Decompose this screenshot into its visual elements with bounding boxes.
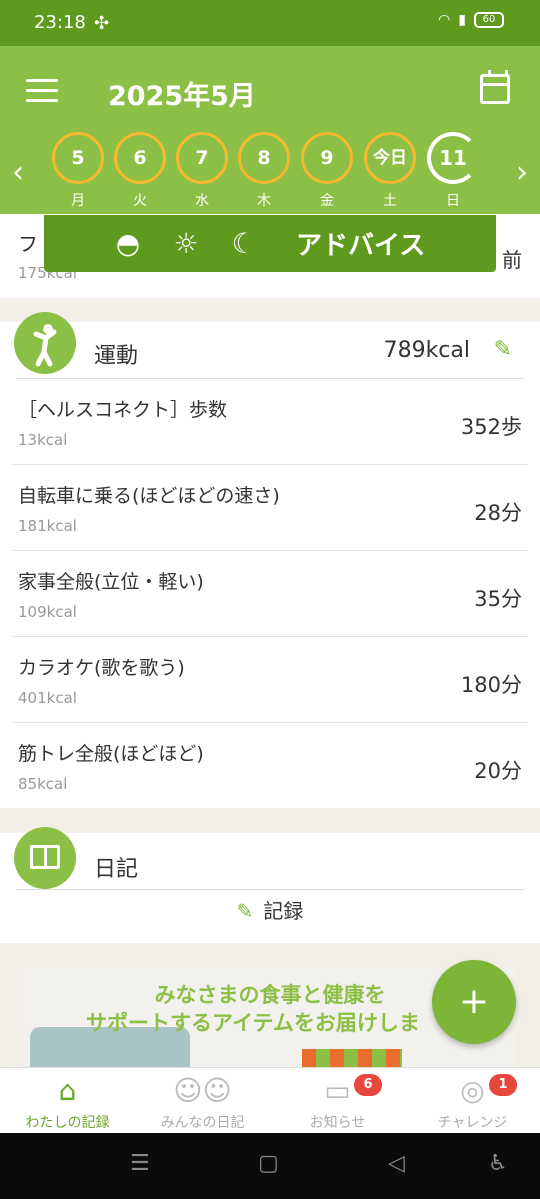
day-number: 7 [176, 132, 228, 184]
record-label: 記録 [263, 899, 304, 923]
app-header: 2025年5月 ‹ › 5 月 6 火 7 水 8 木 9 金 今日 土 11 … [0, 46, 540, 218]
calendar-icon[interactable] [480, 70, 510, 104]
exercise-name: 自転車に乗る(ほどほどの速さ) [18, 485, 280, 507]
day-11[interactable]: 11 日 [426, 132, 480, 210]
book-icon [14, 827, 76, 889]
day-number: 5 [52, 132, 104, 184]
day-weekday: 水 [195, 193, 209, 209]
status-icons: ◠ ▮ 60 [438, 12, 504, 28]
sunrise-icon[interactable]: ◓ [110, 227, 146, 260]
exercise-kcal: 181kcal [18, 517, 77, 535]
add-fab-button[interactable]: + [432, 960, 516, 1044]
day-number: 今日 [364, 132, 416, 184]
day-6[interactable]: 6 火 [113, 132, 167, 210]
exercise-row[interactable]: 家事全般(立位・軽い) 109kcal 35分 [12, 551, 528, 637]
section-title: 運動 [94, 344, 139, 369]
tab-label: わたしの記録 [25, 1115, 110, 1131]
exercise-name: 筋トレ全般(ほどほど) [18, 743, 204, 765]
accessibility-icon[interactable]: ♿ [488, 1151, 508, 1176]
day-number: 8 [238, 132, 290, 184]
exercise-kcal: 401kcal [18, 689, 77, 707]
diary-section: 日記 ✎ 記録 [0, 827, 540, 943]
wifi-icon: ◠ [438, 12, 451, 28]
medal-icon: ◎ [460, 1074, 485, 1107]
system-nav-bar: ☰ ▢ ◁ ♿ [0, 1133, 540, 1199]
exercise-icon [14, 312, 76, 374]
exercise-section: 運動 789kcal ✎ ［ヘルスコネクト］歩数 13kcal 352歩 自転車… [0, 312, 540, 809]
home-icon: ⌂ [58, 1074, 77, 1107]
day-weekday: 木 [257, 193, 271, 209]
chat-icon: ▭ [324, 1074, 351, 1107]
status-bar: 23:18 ✣ ◠ ▮ 60 [0, 0, 540, 46]
recents-icon[interactable]: ☰ [130, 1151, 150, 1176]
exercise-value: 180分 [460, 673, 522, 697]
advice-label[interactable]: アドバイス [296, 225, 425, 262]
banner-line-2: サポートするアイテムをお届けしま [86, 1011, 420, 1035]
exercise-total-kcal: 789kcal [383, 338, 470, 363]
day-weekday: 月 [71, 193, 85, 209]
pencil-icon: ✎ [236, 899, 254, 923]
day-7[interactable]: 7 水 [175, 132, 229, 210]
divider [16, 889, 524, 890]
day-5[interactable]: 5 月 [51, 132, 105, 210]
prev-week-arrow-icon[interactable]: ‹ [12, 158, 24, 188]
exercise-row[interactable]: 自転車に乗る(ほどほどの速さ) 181kcal 28分 [12, 465, 528, 551]
day-number: 6 [114, 132, 166, 184]
record-diary-button[interactable]: ✎ 記録 [0, 895, 540, 924]
exercise-kcal: 85kcal [18, 775, 68, 793]
day-number: 11 [427, 132, 479, 184]
tab-label: お知らせ [309, 1115, 366, 1131]
day-weekday: 火 [133, 193, 147, 209]
exercise-name: 家事全般(立位・軽い) [18, 571, 204, 593]
exercise-kcal: 13kcal [18, 431, 68, 449]
day-number: 9 [301, 132, 353, 184]
day-weekday: 金 [320, 193, 334, 209]
exercise-row[interactable]: ［ヘルスコネクト］歩数 13kcal 352歩 [12, 379, 528, 465]
next-week-arrow-icon[interactable]: › [516, 158, 528, 188]
sun-icon[interactable]: ☼ [168, 227, 204, 260]
signal-icon: ▮ [458, 12, 466, 28]
item-value: 前 [502, 248, 522, 272]
exercise-row[interactable]: カラオケ(歌を歌う) 401kcal 180分 [12, 637, 528, 723]
exercise-name: カラオケ(歌を歌う) [18, 657, 185, 679]
item-name: フ [18, 232, 38, 256]
tab-my-records[interactable]: ⌂ わたしの記録 [0, 1068, 135, 1134]
menu-icon[interactable] [26, 79, 58, 103]
exercise-row[interactable]: 筋トレ全般(ほどほど) 85kcal 20分 [12, 723, 528, 809]
battery-icon: 60 [474, 12, 504, 28]
tab-everyone-diary[interactable]: ☺☺ みんなの日記 [135, 1068, 270, 1134]
exercise-kcal: 109kcal [18, 603, 77, 621]
day-weekday: 日 [446, 193, 460, 209]
status-time: 23:18 [34, 12, 86, 33]
edit-icon[interactable]: ✎ [494, 337, 512, 362]
moon-icon[interactable]: ☾ [226, 227, 262, 260]
exercise-value: 20分 [474, 759, 522, 783]
day-today[interactable]: 今日 土 [363, 132, 417, 210]
day-8[interactable]: 8 木 [237, 132, 291, 210]
challenge-badge: 1 [489, 1074, 517, 1096]
tab-label: チャレンジ [437, 1115, 508, 1131]
advice-bar[interactable]: ◓ ☼ ☾ アドバイス [44, 215, 496, 272]
shop-awning-image [302, 1049, 402, 1067]
home-system-icon[interactable]: ▢ [258, 1151, 279, 1176]
tab-notifications[interactable]: ▭ お知らせ 6 [270, 1068, 405, 1134]
section-title: 日記 [94, 857, 139, 882]
exercise-name: ［ヘルスコネクト］歩数 [18, 399, 228, 421]
fan-icon: ✣ [94, 13, 110, 34]
notification-badge: 6 [354, 1074, 382, 1096]
month-title[interactable]: 2025年5月 [108, 74, 256, 113]
day-weekday: 土 [383, 193, 397, 209]
back-icon[interactable]: ◁ [388, 1151, 405, 1176]
tab-label: みんなの日記 [160, 1115, 245, 1131]
bottom-nav: ⌂ わたしの記録 ☺☺ みんなの日記 ▭ お知らせ 6 ◎ チャレンジ 1 [0, 1067, 540, 1133]
exercise-value: 352歩 [460, 415, 522, 439]
tab-challenge[interactable]: ◎ チャレンジ 1 [405, 1068, 540, 1134]
exercise-value: 35分 [474, 587, 522, 611]
exercise-value: 28分 [474, 501, 522, 525]
people-icon: ☺☺ [173, 1074, 232, 1107]
day-9-selected[interactable]: 9 金 [300, 132, 354, 218]
